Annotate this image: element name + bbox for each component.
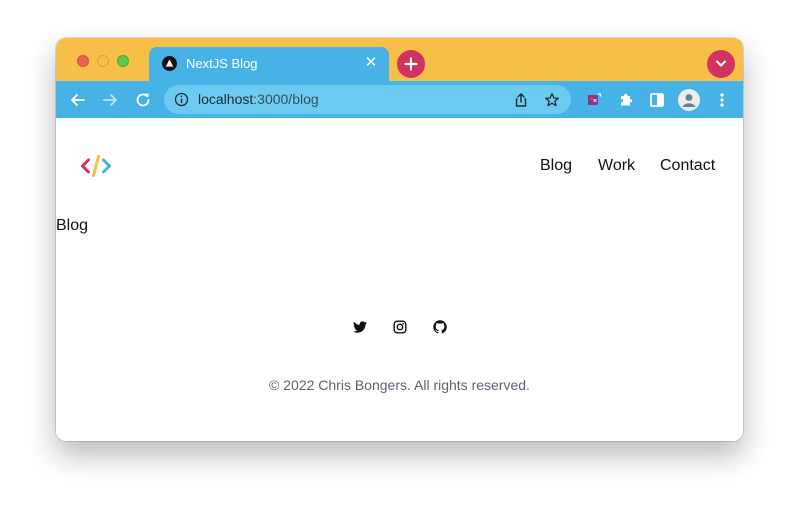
- footer-copyright: © 2022 Chris Bongers. All rights reserve…: [269, 377, 530, 393]
- url-text[interactable]: localhost:3000/blog: [198, 91, 319, 108]
- reload-icon[interactable]: [133, 90, 153, 110]
- side-panel-icon[interactable]: [647, 90, 667, 110]
- extensions-puzzle-icon[interactable]: [616, 90, 636, 110]
- github-icon[interactable]: [433, 320, 447, 334]
- browser-tab[interactable]: NextJS Blog ✕: [149, 47, 389, 81]
- share-icon[interactable]: [513, 92, 529, 108]
- tab-title: NextJS Blog: [186, 56, 258, 71]
- nav-link-work[interactable]: Work: [598, 157, 635, 175]
- page-title: Blog: [56, 217, 89, 234]
- twitter-icon[interactable]: [353, 320, 367, 334]
- browser-window: NextJS Blog ✕ localhost:3000/blog Blog W…: [56, 38, 743, 441]
- url-host: localhost: [198, 91, 254, 107]
- info-icon[interactable]: [174, 92, 189, 107]
- instagram-icon[interactable]: [393, 320, 407, 334]
- code-logo-icon[interactable]: [80, 154, 112, 178]
- title-bar: NextJS Blog ✕: [56, 38, 743, 81]
- profile-avatar-icon[interactable]: [678, 89, 700, 111]
- web-page: Blog Work Contact Blog © 2022 Chris Bong…: [56, 118, 743, 441]
- nav-link-blog[interactable]: Blog: [540, 157, 572, 175]
- tab-close-icon[interactable]: ✕: [363, 55, 379, 71]
- more-menu-icon[interactable]: [712, 90, 732, 110]
- maximize-window-button[interactable]: [117, 55, 129, 67]
- forward-arrow-icon[interactable]: [100, 90, 120, 110]
- back-arrow-icon[interactable]: [68, 90, 88, 110]
- minimize-window-button[interactable]: [97, 55, 109, 67]
- bookmark-star-icon[interactable]: [544, 92, 560, 108]
- plus-icon: [404, 57, 418, 71]
- browser-toolbar: localhost:3000/blog: [56, 81, 743, 118]
- new-tab-button[interactable]: [397, 50, 425, 78]
- close-window-button[interactable]: [77, 55, 89, 67]
- chevron-down-icon: [716, 60, 726, 67]
- nextjs-triangle-icon: [162, 56, 177, 71]
- tab-search-button[interactable]: [707, 50, 735, 78]
- address-bar[interactable]: localhost:3000/blog: [164, 85, 571, 114]
- nav-link-contact[interactable]: Contact: [660, 157, 715, 175]
- extension-app-icon[interactable]: [584, 90, 604, 110]
- url-path: :3000/blog: [253, 91, 319, 107]
